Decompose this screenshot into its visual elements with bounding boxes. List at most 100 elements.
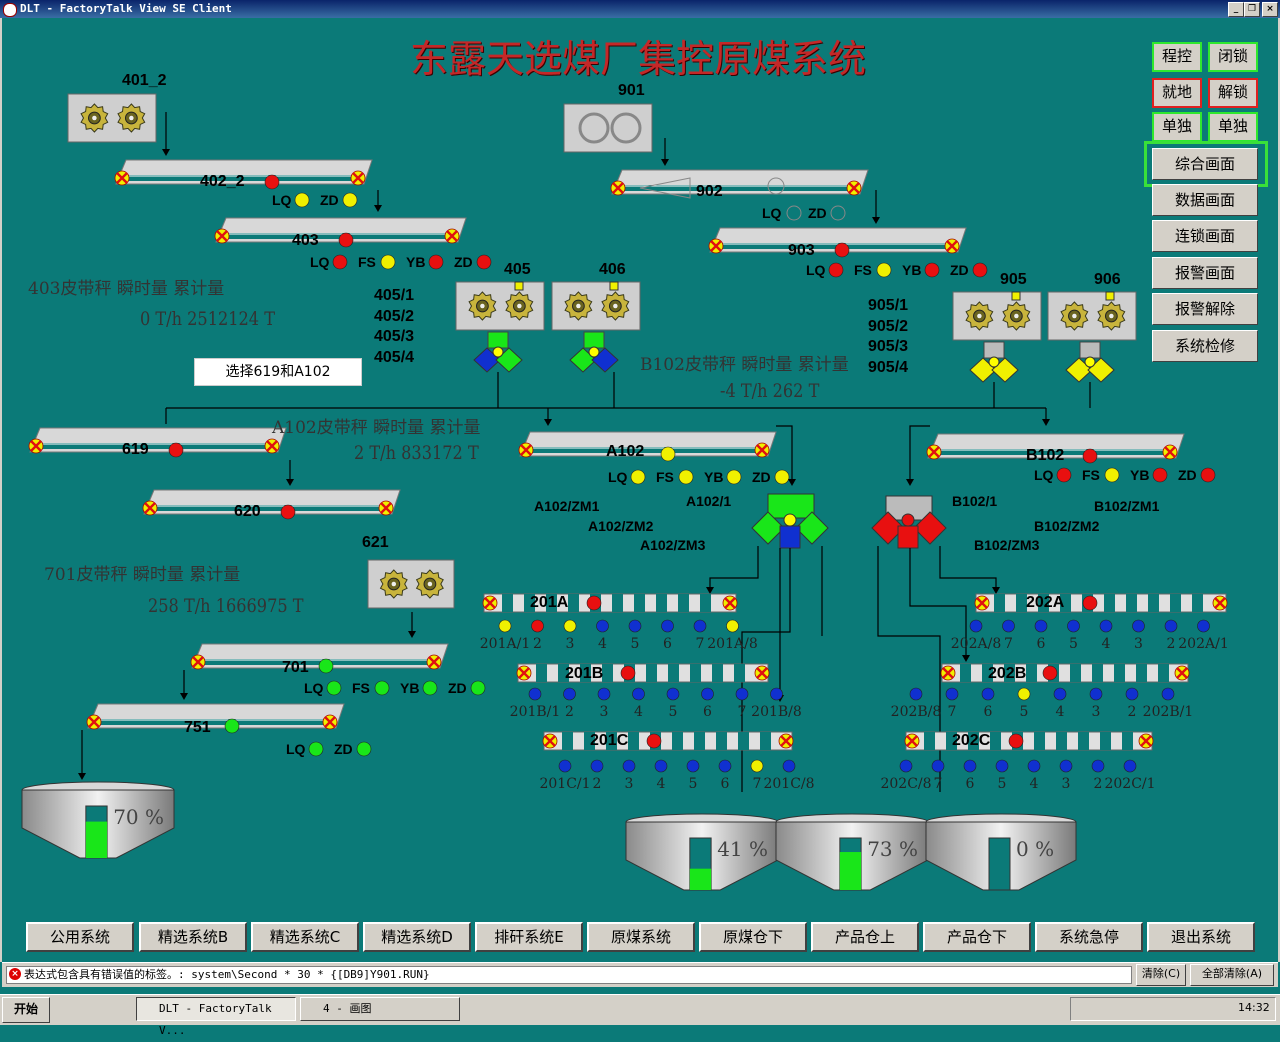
belt-201c-plough-8: [782, 759, 796, 773]
belt-202c-plough-label-7: 2: [1094, 776, 1103, 792]
belt-201b-plough-2: [563, 687, 576, 701]
alarm-screen-button[interactable]: 报警画面: [1152, 257, 1258, 289]
belt-202c-segment: [1056, 732, 1067, 750]
nav-public-system[interactable]: 公用系统: [26, 922, 134, 952]
belt-201b-plough-label-6: 6: [703, 704, 712, 720]
belt-a102-protect-zd-status: [774, 469, 790, 485]
belt-701-protect-lq-status: [326, 680, 342, 696]
gate-a102-zm1-label: A102/ZM1: [534, 498, 600, 514]
belt-201c-plough-label-7: 7: [753, 776, 762, 792]
belt-201a-plough-2: [531, 619, 544, 633]
belt-a102-protect-yb-label: YB: [704, 469, 723, 485]
diverter-906-chute: [1079, 341, 1101, 359]
belt-403-label: 403: [292, 232, 319, 249]
belt-620-status: [280, 504, 296, 520]
clear-all-messages-button[interactable]: 全部清除(A): [1190, 964, 1274, 986]
scale-701-header: 701皮带秤 瞬时量 累计量: [44, 565, 241, 585]
arrow-div-a-201a: [706, 587, 714, 594]
data-screen-button[interactable]: 数据画面: [1152, 184, 1258, 216]
single-mode-button-2[interactable]: 单独: [1208, 112, 1258, 142]
bin-751-level-fill: [85, 821, 108, 858]
belt-202a-plough-label-3: 6: [1037, 636, 1046, 652]
belt-403-protect-lq-label: LQ: [310, 254, 330, 270]
alarm-reset-button[interactable]: 报警解除: [1152, 293, 1258, 325]
flow-div-b-202c: [877, 546, 941, 792]
belt-903-protect-yb-status: [924, 262, 940, 278]
belt-202a-plough-5: [1099, 619, 1113, 633]
interlock-button[interactable]: 闭锁: [1208, 42, 1258, 72]
feeder-406-gear-1-core: [576, 303, 581, 309]
belt-202b-segment: [1114, 664, 1125, 682]
interlock-screen-button[interactable]: 连锁画面: [1152, 220, 1258, 252]
arrow-621-to-701: [408, 631, 416, 638]
nav-cleaning-b[interactable]: 精选系统B: [139, 922, 247, 952]
belt-202a-segment: [994, 594, 1005, 612]
belt-202c-plough-label-8: 202C/1: [1104, 776, 1155, 792]
belt-a102-protect-zd-label: ZD: [752, 469, 771, 485]
belt-202a-body: [975, 593, 1227, 613]
belt-201a-segment: [502, 594, 513, 612]
nav-product-bin-lower[interactable]: 产品仓下: [923, 922, 1031, 952]
single-mode-button-1[interactable]: 单独: [1152, 112, 1202, 142]
taskbar-item-factorytalk[interactable]: DLT - FactoryTalk V...: [136, 997, 296, 1037]
belt-201c-plough-2: [590, 759, 604, 773]
unlock-button[interactable]: 解锁: [1208, 78, 1258, 108]
scale-b102-header: B102皮带秤 瞬时量 累计量: [640, 355, 849, 375]
belt-403-protect-yb-status: [428, 254, 444, 270]
overview-screen-button[interactable]: 综合画面: [1152, 148, 1258, 180]
feeder-405-indicator: [514, 281, 524, 291]
belt-402-2-protect-zd-label: ZD: [320, 192, 339, 208]
belt-701-protect-fs-label: FS: [352, 680, 370, 696]
gate-a102-zm3-label: A102/ZM3: [640, 537, 706, 553]
start-button[interactable]: 开始: [2, 997, 50, 1023]
nav-raw-bin-lower[interactable]: 原煤仓下: [699, 922, 807, 952]
scale-a102-value: 2 T/h 833172 T: [354, 442, 479, 464]
nav-cleaning-c[interactable]: 精选系统C: [251, 922, 359, 952]
arrow-401-to-402: [162, 149, 170, 156]
feeder-401-2-gear-2-core: [129, 115, 134, 121]
belt-202b-plough-5: [1053, 687, 1067, 701]
arrow-751-to-bin: [78, 773, 86, 780]
belt-202b-plough-label-2: 7: [948, 704, 957, 720]
belt-902-lq-status: [786, 205, 802, 221]
belt-202c-body: [905, 731, 1153, 751]
program-control-button[interactable]: 程控: [1152, 42, 1202, 72]
belt-202b-status: [1042, 665, 1058, 681]
gate-905-3-label: 905/3: [868, 338, 909, 355]
feeder-405-gear-2-core: [517, 303, 522, 309]
belt-202c-plough-label-4: 5: [998, 776, 1007, 792]
belt-402-2-protect-lq-status: [294, 192, 310, 208]
gate-905-1-label: 905/1: [868, 297, 909, 314]
belt-202b-segment: [1026, 664, 1037, 682]
nav-exit-system[interactable]: 退出系统: [1147, 922, 1255, 952]
gate-b102-zm2-label: B102/ZM2: [1034, 518, 1100, 534]
diagnostic-message-text: 表达式包含具有错误值的标签。: system\Second * 30 * {[D…: [24, 968, 430, 981]
nav-product-bin-upper[interactable]: 产品仓上: [811, 922, 919, 952]
belt-201b-plough-label-3: 3: [600, 704, 609, 720]
nav-gangue-e[interactable]: 排矸系统E: [475, 922, 583, 952]
belt-202b-plough-label-8: 202B/1: [1143, 704, 1194, 720]
belt-201c-status: [646, 733, 662, 749]
belt-201a-status: [586, 595, 602, 611]
belt-201c-plough-7: [750, 759, 764, 773]
feeder-621-gear-2-core: [427, 581, 433, 587]
belt-202b-label: 202B: [988, 665, 1027, 682]
nav-emergency-stop[interactable]: 系统急停: [1035, 922, 1143, 952]
belt-a102-protect-lq-status: [630, 469, 646, 485]
system-maintenance-button[interactable]: 系统检修: [1152, 330, 1258, 362]
select-619-a102-button[interactable]: 选择619和A102: [194, 358, 362, 386]
belt-201c-plough-6: [718, 759, 732, 773]
belt-201b-segment: [646, 664, 657, 682]
belt-202b-plough-2: [945, 687, 959, 701]
belt-403-protect-zd-status: [476, 254, 492, 270]
feeder-405-gear-1-core: [480, 303, 485, 309]
belt-202a-plough-6: [1132, 619, 1145, 633]
belt-202c-plough-7: [1091, 759, 1105, 773]
clear-message-button[interactable]: 清除(C): [1136, 964, 1186, 986]
taskbar-item-paint[interactable]: 4 - 画图: [300, 997, 460, 1021]
belt-201b-plough-5: [666, 687, 680, 701]
local-control-button[interactable]: 就地: [1152, 78, 1202, 108]
belt-202c-plough-label-1: 202C/8: [880, 776, 931, 792]
nav-raw-coal[interactable]: 原煤系统: [587, 922, 695, 952]
nav-cleaning-d[interactable]: 精选系统D: [363, 922, 471, 952]
